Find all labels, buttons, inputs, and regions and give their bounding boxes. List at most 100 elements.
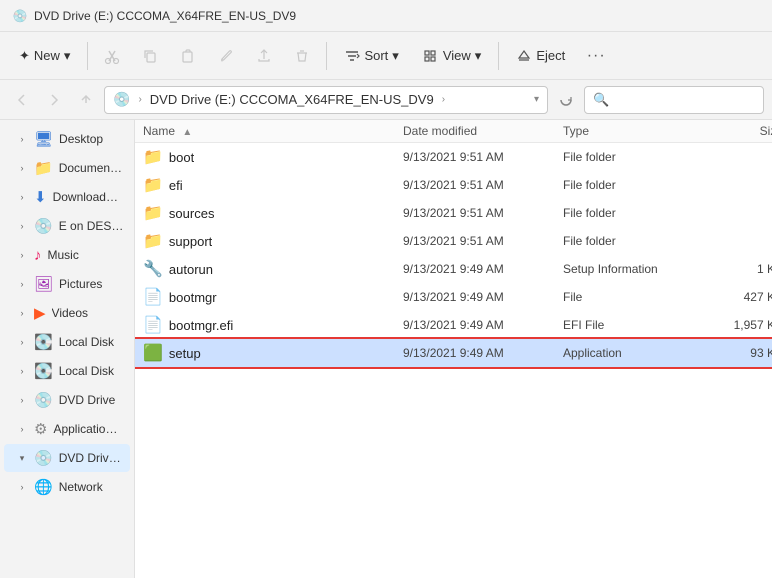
column-size[interactable]: Size — [703, 124, 772, 138]
more-button[interactable]: ··· — [578, 38, 614, 74]
paste-button[interactable] — [170, 38, 206, 74]
file-date-setup: 9/13/2021 9:49 AM — [403, 346, 563, 360]
table-row[interactable]: 🔧 autorun 9/13/2021 9:49 AM Setup Inform… — [135, 255, 772, 283]
expand-dvd-drive[interactable]: › — [16, 394, 28, 406]
content-area: Name ▲ Date modified Type Size 📁 boot 9/… — [135, 120, 772, 578]
search-box[interactable]: 🔍 — [584, 86, 764, 114]
file-name-support: support — [169, 234, 212, 249]
address-bar-dvd-icon: 💿 — [113, 91, 130, 108]
delete-button[interactable] — [284, 38, 320, 74]
new-button[interactable]: ✦ New ▾ — [8, 38, 81, 74]
new-icon: ✦ — [19, 48, 30, 64]
file-size-setup: 93 KB — [703, 346, 772, 360]
sidebar-item-dvd-drive-current[interactable]: ▾ 💿 DVD Drive (… — [4, 444, 130, 472]
file-size-bootmgr: 427 KB — [703, 290, 772, 304]
sidebar: › 🖥 Desktop › 📁 Documen… › ⬇ Download… ›… — [0, 120, 135, 578]
file-rows-container: 📁 boot 9/13/2021 9:51 AM File folder 📁 e… — [135, 143, 772, 367]
back-button[interactable] — [8, 86, 36, 114]
file-type-bootmgr-efi: EFI File — [563, 318, 703, 332]
music-icon: ♪ — [34, 247, 42, 264]
sidebar-item-pictures[interactable]: › 🖼 Pictures — [4, 270, 130, 298]
expand-local-disk-2[interactable]: › — [16, 365, 28, 377]
file-type-support: File folder — [563, 234, 703, 248]
table-row[interactable]: 📁 efi 9/13/2021 9:51 AM File folder — [135, 171, 772, 199]
network-icon: 🌐 — [34, 478, 53, 496]
sidebar-item-application[interactable]: › ⚙ Applicatio… — [4, 415, 130, 443]
table-row[interactable]: 📁 boot 9/13/2021 9:51 AM File folder — [135, 143, 772, 171]
sidebar-label-local-disk-2: Local Disk — [59, 364, 114, 378]
file-icon-sources: 📁 — [143, 203, 163, 223]
file-name-autorun: autorun — [169, 262, 213, 277]
file-type-sources: File folder — [563, 206, 703, 220]
sidebar-item-documents[interactable]: › 📁 Documen… — [4, 154, 130, 182]
toolbar-sep-1 — [87, 42, 88, 70]
sidebar-label-e-on-desk: E on DESK… — [59, 219, 124, 233]
sort-arrow-name: ▲ — [182, 127, 192, 138]
sort-button[interactable]: Sort ▾ — [333, 38, 409, 74]
address-chevron-1: › — [138, 94, 141, 105]
expand-application[interactable]: › — [16, 423, 28, 435]
sidebar-item-music[interactable]: › ♪ Music — [4, 241, 130, 269]
sidebar-label-dvd-drive-current: DVD Drive (… — [59, 451, 124, 465]
title-bar-icon: 💿 — [12, 8, 28, 24]
sidebar-item-e-on-desk[interactable]: › 💿 E on DESK… — [4, 212, 130, 240]
sidebar-label-network: Network — [59, 480, 103, 494]
sidebar-item-videos[interactable]: › ▶ Videos — [4, 299, 130, 327]
expand-local-disk-1[interactable]: › — [16, 336, 28, 348]
address-bar[interactable]: 💿 › DVD Drive (E:) CCCOMA_X64FRE_EN-US_D… — [104, 86, 548, 114]
table-row[interactable]: 🟩 setup 9/13/2021 9:49 AM Application 93… — [135, 339, 772, 367]
cut-button[interactable] — [94, 38, 130, 74]
dvd-drive-current-icon: 💿 — [34, 449, 53, 467]
column-name[interactable]: Name ▲ — [143, 124, 403, 138]
file-icon-autorun: 🔧 — [143, 259, 163, 279]
sidebar-item-network[interactable]: › 🌐 Network — [4, 473, 130, 501]
address-chevron-2: › — [442, 94, 445, 105]
expand-e-on-desk[interactable]: › — [16, 220, 28, 232]
up-button[interactable] — [72, 86, 100, 114]
expand-dvd-drive-current[interactable]: ▾ — [16, 452, 28, 464]
address-bar-path: DVD Drive (E:) CCCOMA_X64FRE_EN-US_DV9 — [150, 92, 434, 107]
view-button[interactable]: View ▾ — [412, 38, 492, 74]
file-date-sources: 9/13/2021 9:51 AM — [403, 206, 563, 220]
expand-desktop[interactable]: › — [16, 133, 28, 145]
toolbar: ✦ New ▾ Sort ▾ View ▾ Eject ··· — [0, 32, 772, 80]
table-row[interactable]: 📁 support 9/13/2021 9:51 AM File folder — [135, 227, 772, 255]
expand-pictures[interactable]: › — [16, 278, 28, 290]
sidebar-label-pictures: Pictures — [59, 277, 102, 291]
column-date[interactable]: Date modified — [403, 124, 563, 138]
eject-button[interactable]: Eject — [505, 38, 576, 74]
expand-documents[interactable]: › — [16, 162, 28, 174]
table-row[interactable]: 📄 bootmgr 9/13/2021 9:49 AM File 427 KB — [135, 283, 772, 311]
table-row[interactable]: 📄 bootmgr.efi 9/13/2021 9:49 AM EFI File… — [135, 311, 772, 339]
e-on-desk-icon: 💿 — [34, 217, 53, 235]
file-name-cell: 🔧 autorun — [143, 259, 403, 279]
expand-downloads[interactable]: › — [16, 191, 28, 203]
address-dropdown-btn[interactable]: ▾ — [534, 94, 539, 105]
file-name-cell: 📁 support — [143, 231, 403, 251]
sidebar-label-downloads: Download… — [53, 190, 118, 204]
sidebar-item-local-disk-2[interactable]: › 💽 Local Disk — [4, 357, 130, 385]
sidebar-item-dvd-drive[interactable]: › 💿 DVD Drive — [4, 386, 130, 414]
sort-dropdown-arrow: ▾ — [392, 48, 399, 64]
sidebar-item-desktop[interactable]: › 🖥 Desktop — [4, 125, 130, 153]
file-type-boot: File folder — [563, 150, 703, 164]
file-name-cell: 📁 efi — [143, 175, 403, 195]
file-type-bootmgr: File — [563, 290, 703, 304]
file-size-bootmgr-efi: 1,957 KB — [703, 318, 772, 332]
file-size-autorun: 1 KB — [703, 262, 772, 276]
file-name-bootmgr: bootmgr — [169, 290, 217, 305]
forward-button[interactable] — [40, 86, 68, 114]
title-bar-text: DVD Drive (E:) CCCOMA_X64FRE_EN-US_DV9 — [34, 9, 296, 23]
expand-network[interactable]: › — [16, 481, 28, 493]
rename-button[interactable] — [208, 38, 244, 74]
table-row[interactable]: 📁 sources 9/13/2021 9:51 AM File folder — [135, 199, 772, 227]
column-type[interactable]: Type — [563, 124, 703, 138]
expand-videos[interactable]: › — [16, 307, 28, 319]
sidebar-item-downloads[interactable]: › ⬇ Download… — [4, 183, 130, 211]
copy-button[interactable] — [132, 38, 168, 74]
refresh-button[interactable] — [552, 86, 580, 114]
expand-music[interactable]: › — [16, 249, 28, 261]
share-button[interactable] — [246, 38, 282, 74]
downloads-icon: ⬇ — [34, 188, 47, 206]
sidebar-item-local-disk-1[interactable]: › 💽 Local Disk — [4, 328, 130, 356]
